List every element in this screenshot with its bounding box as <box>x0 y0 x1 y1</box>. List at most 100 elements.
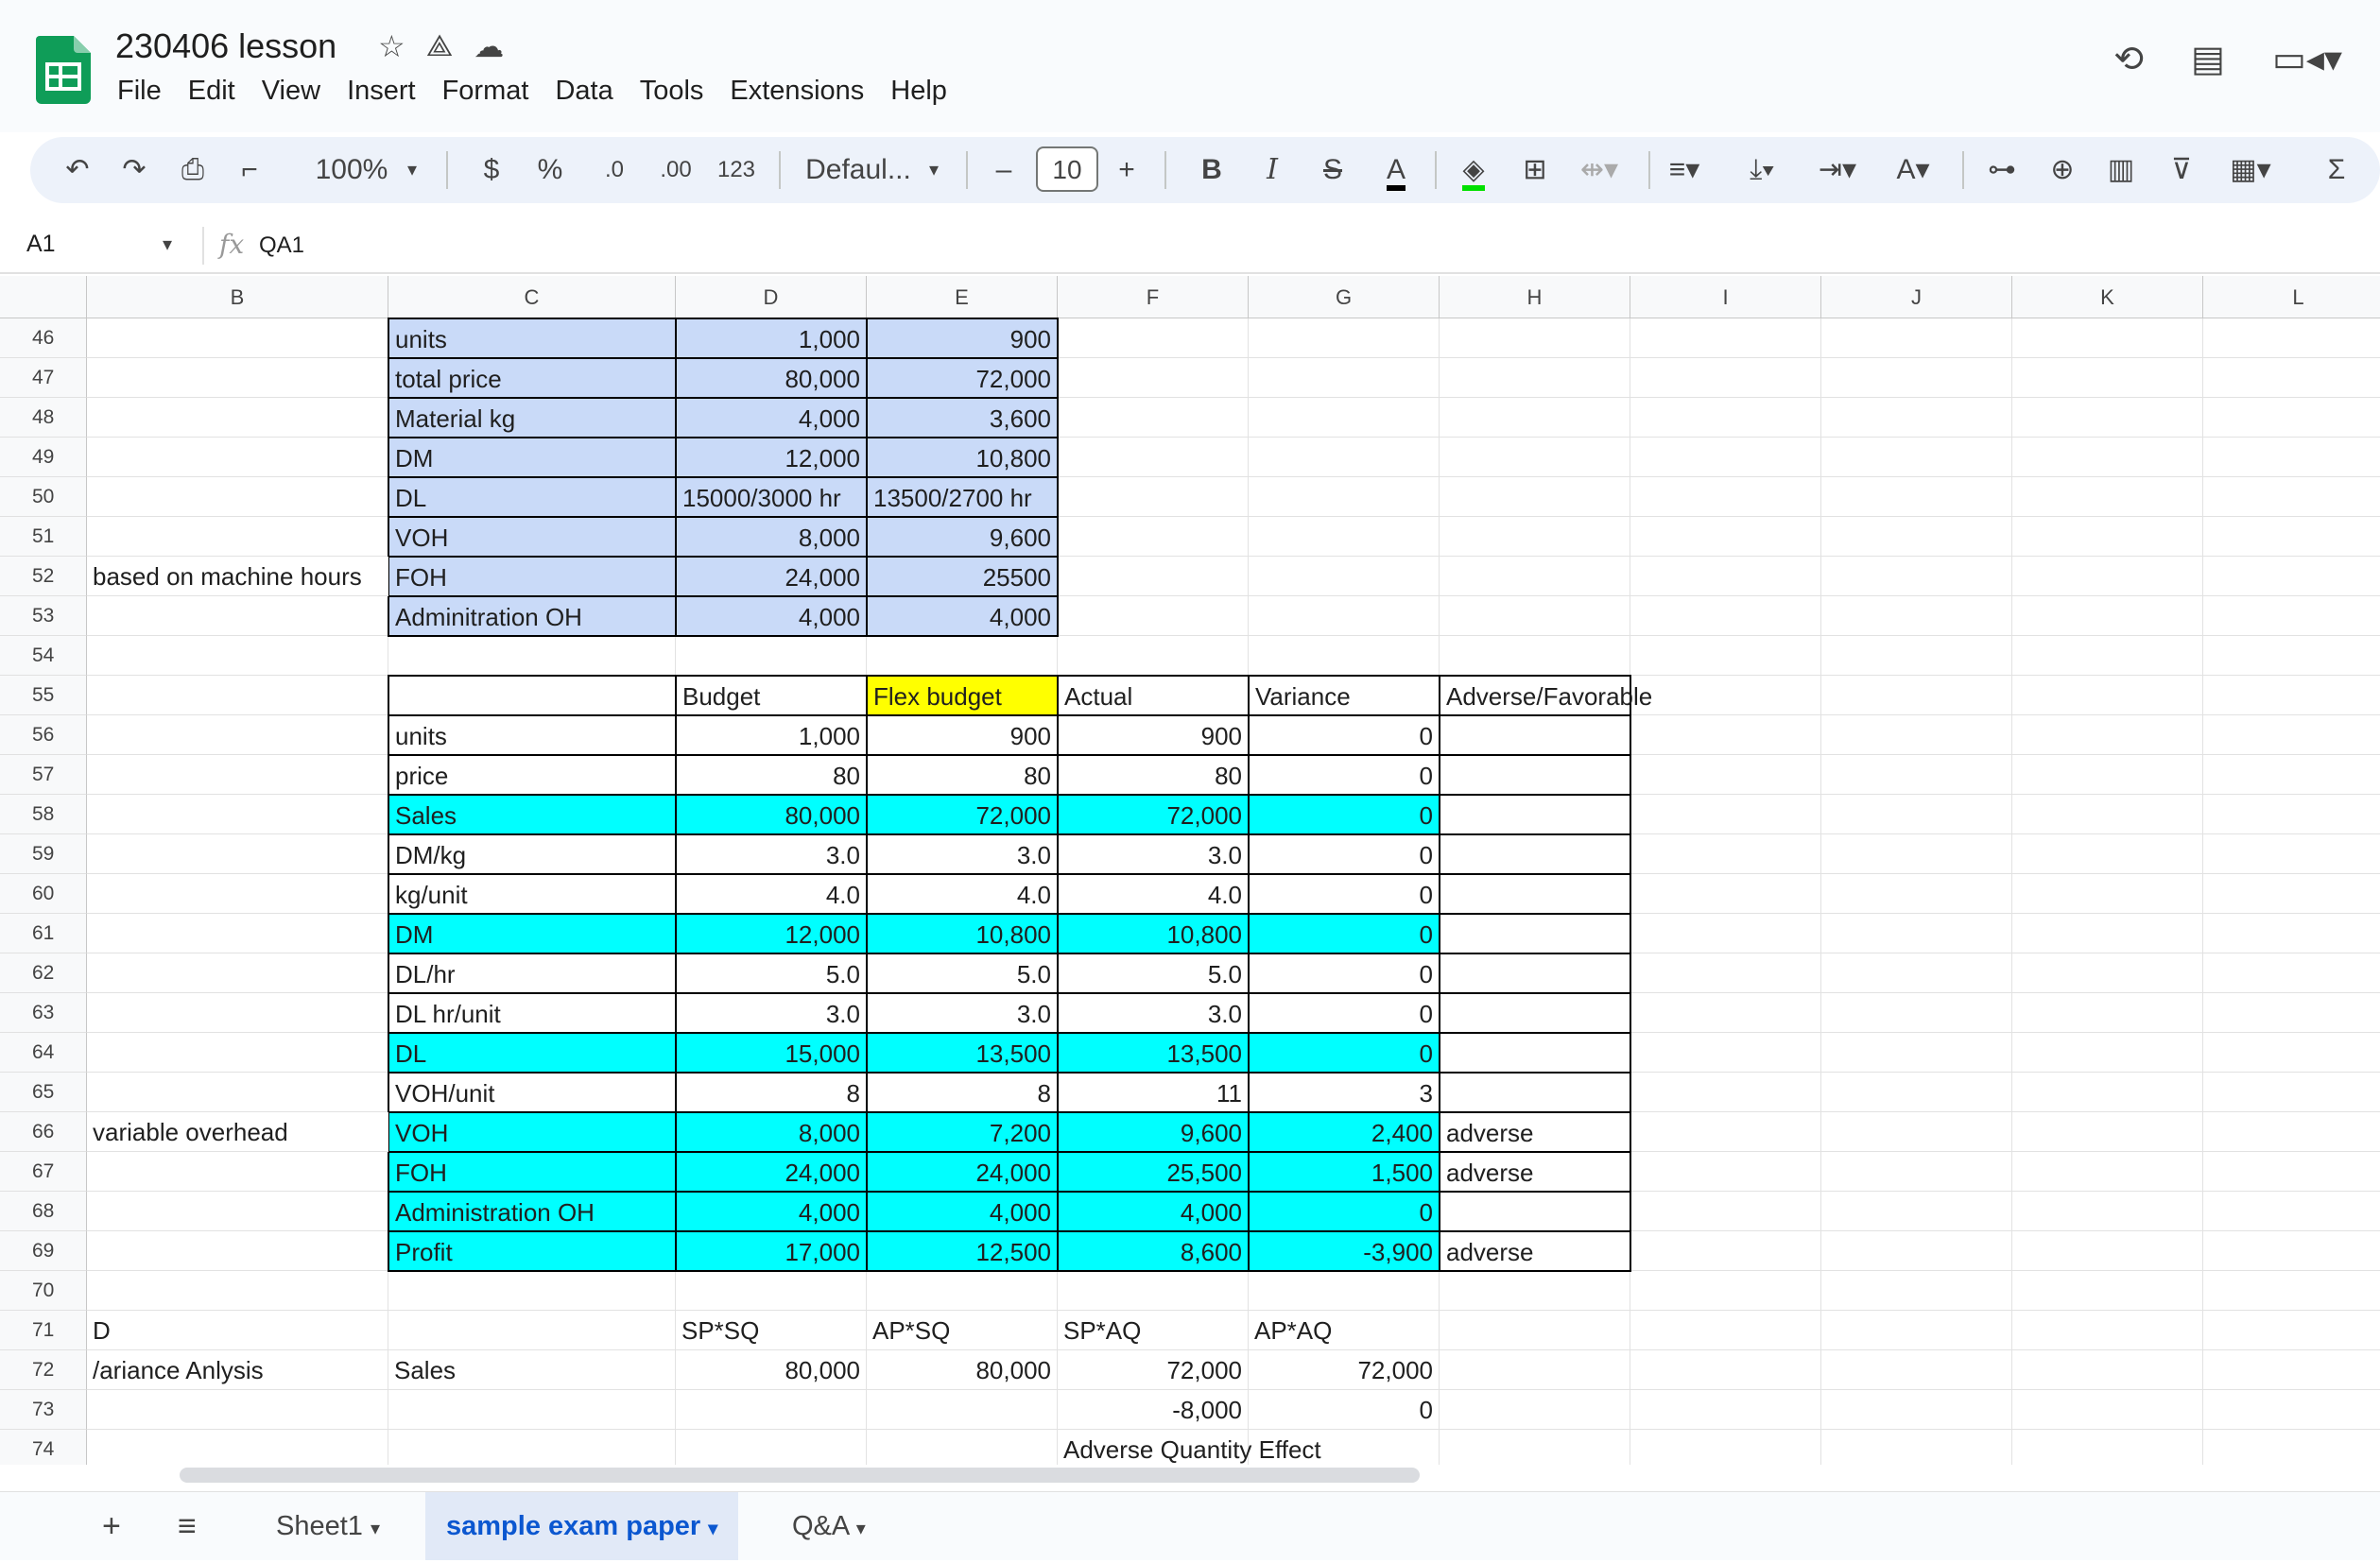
table2-cell[interactable]: 3 <box>1248 1072 1440 1113</box>
cell[interactable] <box>1440 1430 1630 1465</box>
cell[interactable] <box>1440 596 1630 636</box>
cell[interactable] <box>2203 953 2380 993</box>
cell[interactable] <box>1440 636 1630 676</box>
table2-cell[interactable]: DL/hr <box>388 953 677 994</box>
variance-header-cell[interactable] <box>388 1311 676 1350</box>
cell[interactable] <box>1821 1112 2012 1152</box>
cell[interactable] <box>2203 755 2380 795</box>
table2-header-cell[interactable]: Adverse/Favorable <box>1439 675 1652 716</box>
cell[interactable] <box>1821 715 2012 755</box>
row-header-52[interactable]: 52 <box>0 557 87 596</box>
cell[interactable] <box>1821 874 2012 914</box>
table1-label-cell[interactable]: units <box>388 318 677 359</box>
cell[interactable] <box>2012 517 2203 557</box>
document-title[interactable]: 230406 lesson <box>115 26 336 66</box>
cell[interactable] <box>2203 358 2380 398</box>
table2-cell[interactable]: 10,800 <box>1057 913 1250 954</box>
cell[interactable] <box>1821 795 2012 834</box>
table2-cell[interactable]: 5.0 <box>866 953 1059 994</box>
cell[interactable] <box>1630 1311 1821 1350</box>
spreadsheet-grid[interactable]: B C D E F G H I J K L 46 47 48 49 50 51 52 53 54 55 56 57 58 59 6… <box>0 276 2380 1465</box>
table2-cell[interactable]: Sales <box>388 794 677 835</box>
variance-cell[interactable] <box>867 1390 1058 1430</box>
percent-format-button[interactable]: % <box>531 137 569 203</box>
table2-cell[interactable]: 13,500 <box>866 1032 1059 1073</box>
menu-insert[interactable]: Insert <box>347 76 416 107</box>
cell[interactable] <box>1630 517 1821 557</box>
cell[interactable] <box>1058 358 1249 398</box>
undo-icon[interactable]: ↶ <box>59 137 96 203</box>
cell[interactable] <box>87 517 388 557</box>
row-header-60[interactable]: 60 <box>0 874 87 914</box>
table2-cell[interactable]: 80 <box>675 754 868 796</box>
table2-cell[interactable]: 9,600 <box>1057 1111 1250 1153</box>
table2-cell[interactable]: 8,600 <box>1057 1230 1250 1272</box>
table2-cell[interactable]: 3.0 <box>675 833 868 875</box>
variance-header-cell[interactable]: SP*SQ <box>676 1311 867 1350</box>
table2-cell[interactable]: 80,000 <box>675 794 868 835</box>
table2-cell[interactable]: 0 <box>1248 873 1440 915</box>
table2-cell[interactable] <box>1439 833 1631 875</box>
variance-header-cell[interactable]: AP*AQ <box>1249 1311 1440 1350</box>
table2-cell[interactable]: FOH <box>388 1151 677 1193</box>
cell[interactable] <box>1058 596 1249 636</box>
cell[interactable] <box>2012 1271 2203 1311</box>
cell[interactable] <box>2203 874 2380 914</box>
cell[interactable] <box>1440 1350 1630 1390</box>
variance-cell[interactable]: -8,000 <box>1058 1390 1249 1430</box>
cell[interactable] <box>2203 1192 2380 1231</box>
table2-cell[interactable]: 24,000 <box>866 1151 1059 1193</box>
cell[interactable] <box>1249 517 1440 557</box>
cell[interactable] <box>2012 1350 2203 1390</box>
table2-cell[interactable]: DM/kg <box>388 833 677 875</box>
strikethrough-icon[interactable]: S <box>1314 137 1352 203</box>
table2-cell[interactable]: Profit <box>388 1230 677 1272</box>
cell[interactable] <box>2012 398 2203 438</box>
cell[interactable] <box>1630 953 1821 993</box>
table2-header-cell[interactable] <box>388 675 677 716</box>
cell[interactable] <box>1249 438 1440 477</box>
cell[interactable] <box>87 1073 388 1112</box>
name-box[interactable]: A1 <box>26 231 56 258</box>
column-header-c[interactable]: C <box>388 276 676 318</box>
chevron-down-icon[interactable]: ▾ <box>401 137 423 203</box>
note-cell[interactable]: variable overhead <box>87 1112 388 1152</box>
row-header-54[interactable]: 54 <box>0 636 87 676</box>
column-header-d[interactable]: D <box>676 276 867 318</box>
cell[interactable] <box>1630 755 1821 795</box>
variance-cell[interactable]: 72,000 <box>1058 1350 1249 1390</box>
table1-label-cell[interactable]: DL <box>388 476 677 518</box>
functions-button[interactable]: Σ <box>2318 137 2355 203</box>
table2-cell[interactable] <box>1439 873 1631 915</box>
chevron-down-icon[interactable]: ▾ <box>923 137 945 203</box>
row-header-70[interactable]: 70 <box>0 1271 87 1311</box>
cell[interactable] <box>1440 398 1630 438</box>
cell[interactable] <box>388 1271 676 1311</box>
row-header-66[interactable]: 66 <box>0 1112 87 1152</box>
table2-cell[interactable]: 0 <box>1248 833 1440 875</box>
row-header-71[interactable]: 71 <box>0 1311 87 1350</box>
cell[interactable] <box>1630 1271 1821 1311</box>
table2-cell[interactable]: 2,400 <box>1248 1111 1440 1153</box>
cloud-status-icon[interactable]: ☁ <box>474 28 504 64</box>
increase-font-size-button[interactable]: + <box>1108 137 1146 203</box>
cell[interactable] <box>87 438 388 477</box>
cell[interactable] <box>87 398 388 438</box>
cell[interactable] <box>2203 993 2380 1033</box>
cell[interactable] <box>1058 398 1249 438</box>
cell[interactable] <box>87 914 388 953</box>
cell[interactable] <box>87 676 388 715</box>
cell[interactable] <box>1821 1430 2012 1465</box>
table2-cell[interactable]: 3.0 <box>1057 992 1250 1034</box>
cell[interactable] <box>2012 1112 2203 1152</box>
borders-icon[interactable]: ⊞ <box>1516 137 1554 203</box>
cell[interactable] <box>1058 557 1249 596</box>
table1-label-cell[interactable]: Material kg <box>388 397 677 438</box>
table2-cell[interactable]: 8 <box>675 1072 868 1113</box>
print-icon[interactable]: ⎙ <box>174 137 212 203</box>
filter-views-icon[interactable]: ▦▾ <box>2217 137 2284 203</box>
cell[interactable] <box>2203 1073 2380 1112</box>
cell[interactable] <box>867 636 1058 676</box>
cell[interactable] <box>867 1271 1058 1311</box>
cell[interactable] <box>1821 438 2012 477</box>
